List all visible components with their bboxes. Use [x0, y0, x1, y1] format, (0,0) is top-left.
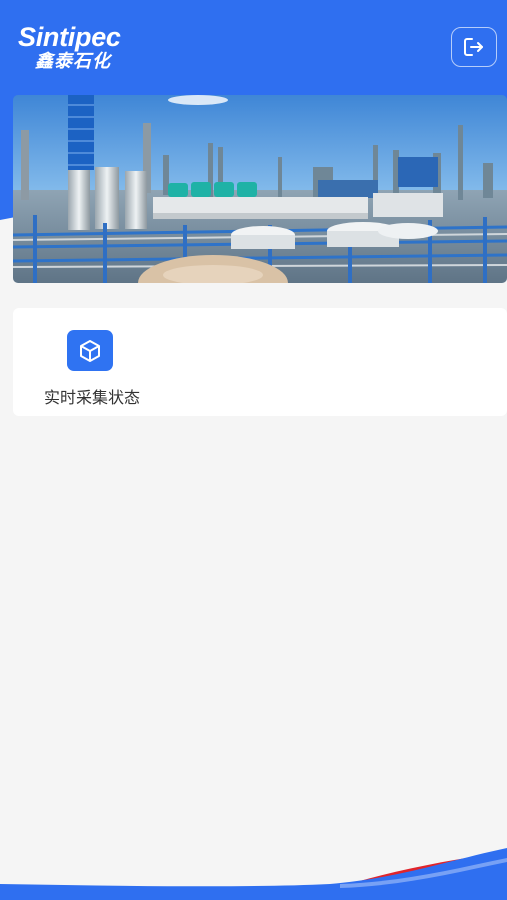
func-icon-box [67, 330, 113, 371]
footer-wave [0, 848, 507, 900]
banner-image [13, 95, 507, 283]
function-card: 实时采集状态 [13, 308, 507, 416]
realtime-collection-status-item[interactable]: 实时采集状态 [35, 328, 149, 408]
logo-english: Sintipec [18, 22, 121, 52]
logout-icon [464, 38, 483, 56]
logo-chinese: 鑫泰石化 [35, 51, 111, 72]
logout-button[interactable] [451, 27, 497, 67]
func-label: 实时采集状态 [43, 388, 140, 407]
company-logo: Sintipec 鑫泰石化 [18, 22, 121, 72]
cube-icon [80, 339, 100, 362]
